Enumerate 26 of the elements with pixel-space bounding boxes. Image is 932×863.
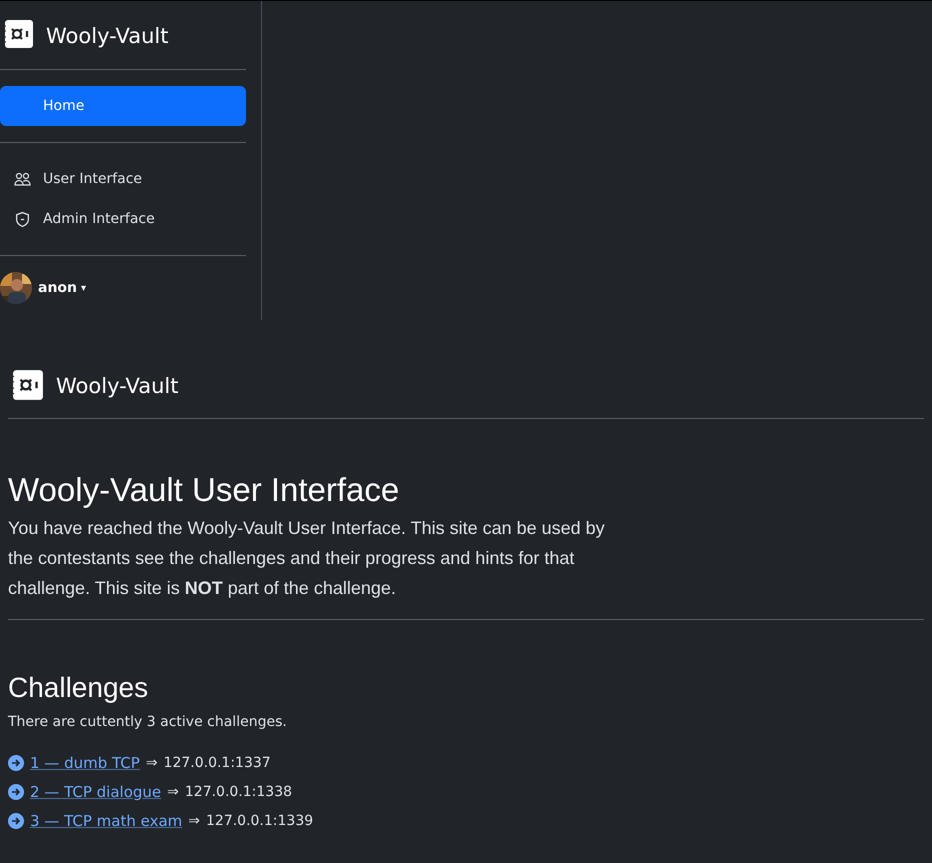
address-text: 127.0.0.1:1337 — [164, 754, 271, 770]
page-title: Wooly-Vault User Interface — [8, 471, 400, 509]
brand-name: Wooly-Vault — [46, 23, 168, 50]
brand-name: Wooly-Vault — [56, 373, 178, 400]
challenge-link[interactable]: 2 — TCP dialogue — [30, 782, 162, 800]
shield-icon — [14, 210, 31, 228]
vault-icon — [4, 19, 34, 49]
arrow-circle-icon — [8, 784, 24, 800]
summary-text: There are cuttently 3 active challenges. — [8, 714, 288, 730]
user-menu[interactable]: anon ▾ — [38, 280, 86, 296]
intro-text: You have reached the Wooly-Vault User Interface. This site can be used by the contestants see the challenges and their progress and hints for that challenge. This site is NOT part of the challenge. — [8, 517, 606, 600]
challenge-link[interactable]: 1 — dumb TCP — [30, 754, 140, 772]
people-icon — [14, 172, 31, 186]
arrow-symbol: ⇒ — [188, 812, 200, 828]
address-text: 127.0.0.1:1338 — [184, 784, 292, 800]
nav-link[interactable]: User Interface — [0, 159, 246, 199]
arrow-circle-icon — [8, 754, 24, 770]
challenge-link[interactable]: 3 — TCP math exam — [30, 812, 182, 830]
address-text: 127.0.0.1:1339 — [206, 812, 314, 828]
nav-link[interactable]: Admin Interface — [0, 199, 246, 239]
vault-icon — [12, 369, 44, 401]
nav-link[interactable]: Home — [0, 86, 246, 126]
arrow-symbol: ⇒ — [146, 754, 158, 770]
arrow-circle-icon — [8, 812, 24, 828]
arrow-symbol: ⇒ — [167, 784, 179, 800]
section-title: Challenges — [8, 672, 150, 704]
